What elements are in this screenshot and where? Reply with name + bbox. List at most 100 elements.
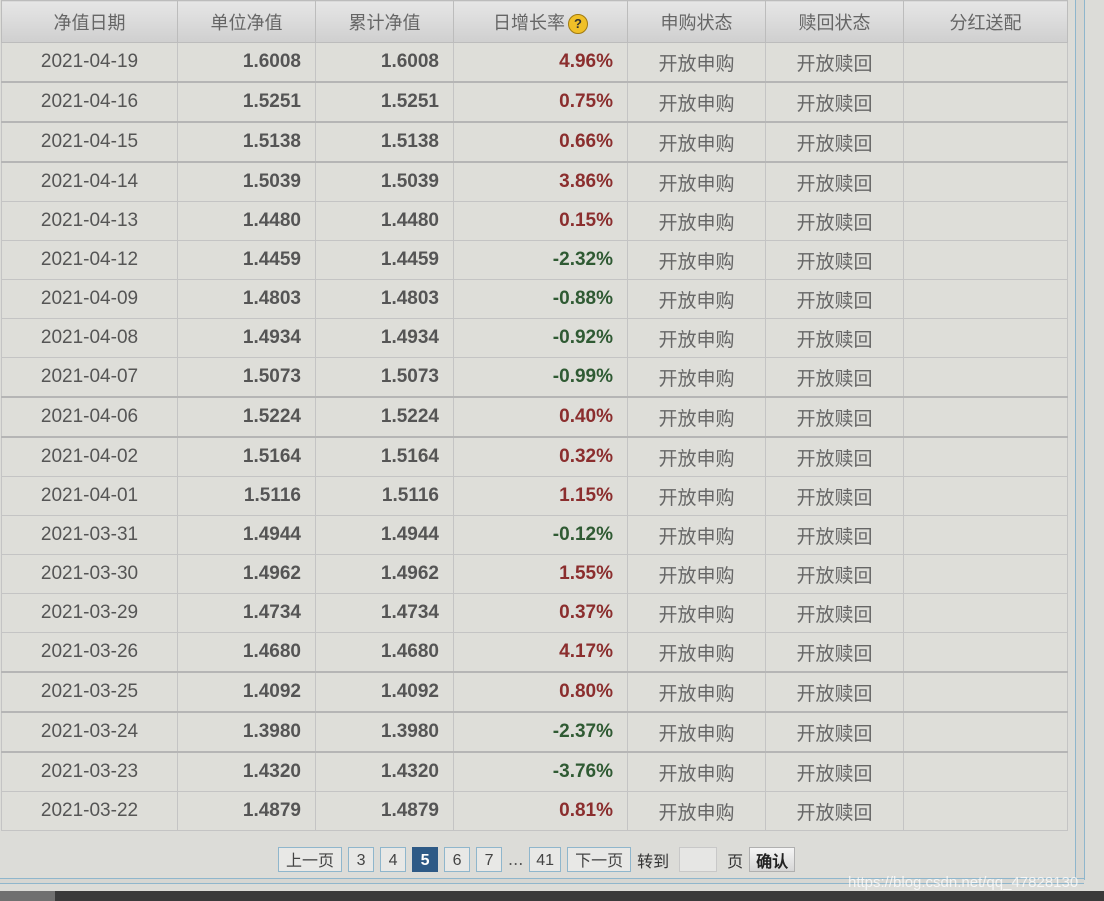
header-date: 净值日期: [1, 0, 178, 43]
cell-daily-growth: 1.15%: [453, 476, 628, 516]
cell-date: 2021-04-07: [1, 357, 178, 398]
table-row: 2021-03-26 1.4680 1.4680 4.17% 开放申购 开放赎回: [1, 632, 1068, 673]
cell-daily-growth: 3.86%: [453, 161, 628, 202]
cell-purchase-status: 开放申购: [627, 121, 766, 163]
cell-purchase-status: 开放申购: [627, 318, 766, 358]
cell-redeem-status: 开放赎回: [765, 121, 904, 163]
cell-unit-nav: 1.4459: [177, 240, 316, 280]
page-4-button[interactable]: 4: [380, 847, 407, 872]
cell-cumulative-nav: 1.4734: [315, 593, 454, 633]
cell-daily-growth: 0.15%: [453, 201, 628, 241]
table-row: 2021-03-24 1.3980 1.3980 -2.37% 开放申购 开放赎回: [1, 711, 1068, 753]
cell-unit-nav: 1.5138: [177, 121, 316, 163]
cell-purchase-status: 开放申购: [627, 632, 766, 673]
goto-label: 转到: [637, 851, 670, 871]
cell-date: 2021-04-15: [1, 121, 178, 163]
cell-unit-nav: 1.4962: [177, 554, 316, 594]
cell-cumulative-nav: 1.4680: [315, 632, 454, 673]
window-bottom-bar: [0, 891, 1104, 901]
cell-date: 2021-03-30: [1, 554, 178, 594]
cell-daily-growth: 0.32%: [453, 436, 628, 477]
cell-dividend: [903, 357, 1068, 398]
cell-daily-growth: 0.40%: [453, 396, 628, 438]
next-page-button[interactable]: 下一页: [567, 847, 632, 872]
table-row: 2021-04-09 1.4803 1.4803 -0.88% 开放申购 开放赎回: [1, 279, 1068, 319]
cell-daily-growth: -2.37%: [453, 711, 628, 753]
cell-date: 2021-03-26: [1, 632, 178, 673]
cell-purchase-status: 开放申购: [627, 791, 766, 831]
cell-redeem-status: 开放赎回: [765, 279, 904, 319]
table-row: 2021-04-01 1.5116 1.5116 1.15% 开放申购 开放赎回: [1, 476, 1068, 516]
cell-cumulative-nav: 1.4092: [315, 671, 454, 713]
cell-date: 2021-04-13: [1, 201, 178, 241]
cell-purchase-status: 开放申购: [627, 751, 766, 792]
cell-redeem-status: 开放赎回: [765, 711, 904, 753]
cell-cumulative-nav: 1.5224: [315, 396, 454, 438]
cell-unit-nav: 1.4092: [177, 671, 316, 713]
cell-cumulative-nav: 1.3980: [315, 711, 454, 753]
cell-redeem-status: 开放赎回: [765, 751, 904, 792]
cell-purchase-status: 开放申购: [627, 357, 766, 398]
page-6-button[interactable]: 6: [444, 847, 471, 872]
cell-dividend: [903, 240, 1068, 280]
table-row: 2021-03-30 1.4962 1.4962 1.55% 开放申购 开放赎回: [1, 554, 1068, 594]
cell-cumulative-nav: 1.4459: [315, 240, 454, 280]
cell-redeem-status: 开放赎回: [765, 632, 904, 673]
cell-purchase-status: 开放申购: [627, 593, 766, 633]
cell-date: 2021-03-29: [1, 593, 178, 633]
cell-daily-growth: 0.75%: [453, 81, 628, 123]
cell-unit-nav: 1.5251: [177, 81, 316, 123]
cell-dividend: [903, 671, 1068, 713]
header-redeem-status: 赎回状态: [765, 0, 904, 43]
page-7-button[interactable]: 7: [476, 847, 503, 872]
goto-page-input[interactable]: [679, 847, 718, 872]
table-row: 2021-04-08 1.4934 1.4934 -0.92% 开放申购 开放赎回: [1, 318, 1068, 358]
confirm-button[interactable]: 确认: [749, 847, 796, 872]
cell-date: 2021-04-06: [1, 396, 178, 438]
cell-purchase-status: 开放申购: [627, 201, 766, 241]
cell-redeem-status: 开放赎回: [765, 476, 904, 516]
cell-purchase-status: 开放申购: [627, 515, 766, 555]
cell-unit-nav: 1.4320: [177, 751, 316, 792]
help-icon[interactable]: ?: [568, 13, 588, 34]
cell-daily-growth: -3.76%: [453, 751, 628, 792]
cell-cumulative-nav: 1.5039: [315, 161, 454, 202]
cell-unit-nav: 1.4944: [177, 515, 316, 555]
cell-dividend: [903, 201, 1068, 241]
table-row: 2021-03-29 1.4734 1.4734 0.37% 开放申购 开放赎回: [1, 593, 1068, 633]
table-body: 2021-04-19 1.6008 1.6008 4.96% 开放申购 开放赎回 2021-…: [1, 42, 1068, 831]
cell-purchase-status: 开放申购: [627, 476, 766, 516]
cell-cumulative-nav: 1.4803: [315, 279, 454, 319]
cell-dividend: [903, 711, 1068, 753]
cell-redeem-status: 开放赎回: [765, 436, 904, 477]
cell-unit-nav: 1.4480: [177, 201, 316, 241]
cell-daily-growth: 4.17%: [453, 632, 628, 673]
cell-dividend: [903, 554, 1068, 594]
cell-dividend: [903, 42, 1068, 83]
table-row: 2021-04-13 1.4480 1.4480 0.15% 开放申购 开放赎回: [1, 201, 1068, 241]
page-3-button[interactable]: 3: [348, 847, 375, 872]
cell-purchase-status: 开放申购: [627, 81, 766, 123]
cell-daily-growth: 0.80%: [453, 671, 628, 713]
cell-dividend: [903, 515, 1068, 555]
cell-redeem-status: 开放赎回: [765, 671, 904, 713]
cell-daily-growth: 0.37%: [453, 593, 628, 633]
prev-page-button[interactable]: 上一页: [278, 847, 343, 872]
cell-unit-nav: 1.4879: [177, 791, 316, 831]
watermark: https://blog.csdn.net/qq_47828130: [848, 874, 1079, 891]
nav-history-table: 净值日期 单位净值 累计净值 日增长率? 申购状态 赎回状态 分红送配 2021…: [1, 0, 1068, 831]
cell-unit-nav: 1.4680: [177, 632, 316, 673]
cell-dividend: [903, 121, 1068, 163]
last-page-button[interactable]: 41: [529, 847, 562, 872]
table-row: 2021-04-06 1.5224 1.5224 0.40% 开放申购 开放赎回: [1, 396, 1068, 438]
cell-redeem-status: 开放赎回: [765, 357, 904, 398]
page-unit-label: 页: [727, 851, 744, 871]
cell-unit-nav: 1.5073: [177, 357, 316, 398]
cell-redeem-status: 开放赎回: [765, 318, 904, 358]
cell-date: 2021-04-01: [1, 476, 178, 516]
page-5-button-current[interactable]: 5: [412, 847, 439, 872]
cell-dividend: [903, 161, 1068, 202]
cell-date: 2021-03-31: [1, 515, 178, 555]
table-row: 2021-04-16 1.5251 1.5251 0.75% 开放申购 开放赎回: [1, 81, 1068, 123]
cell-date: 2021-04-12: [1, 240, 178, 280]
